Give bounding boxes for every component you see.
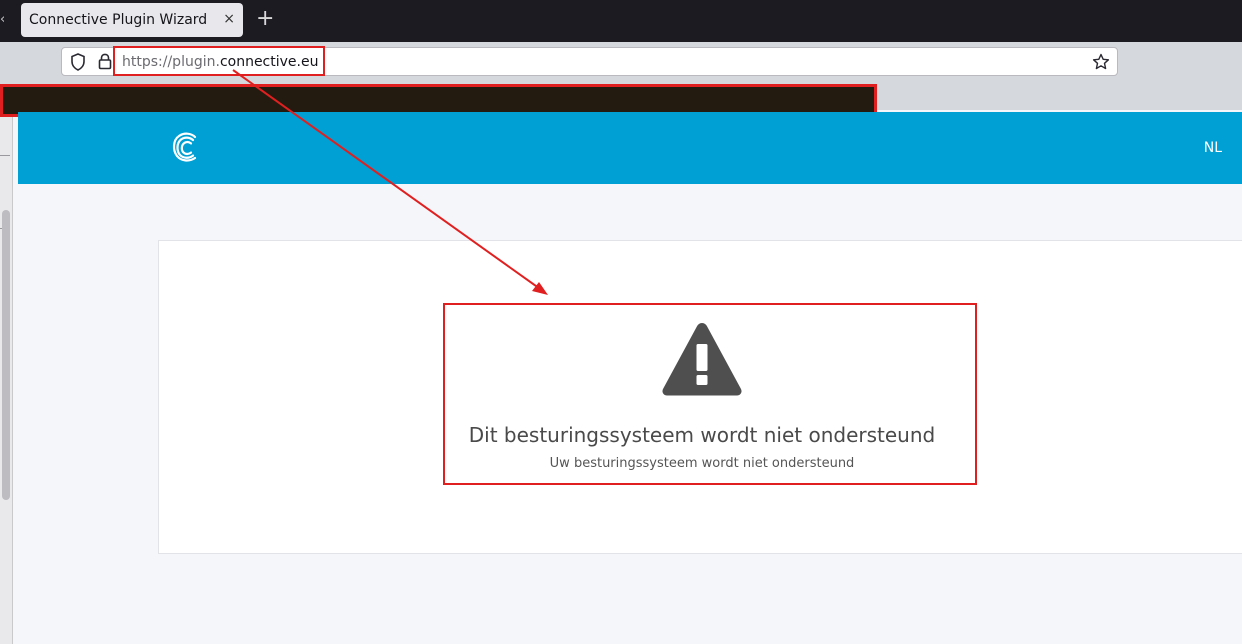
browser-tab-bar: ‹ Connective Plugin Wizard × +: [0, 0, 1242, 42]
lock-icon[interactable]: [98, 53, 112, 70]
connective-logo-icon: [172, 132, 197, 162]
tab-title: Connective Plugin Wizard: [29, 12, 208, 28]
message-title: Dit besturingssysteem wordt niet onderst…: [468, 423, 936, 447]
tab-connective-plugin-wizard[interactable]: Connective Plugin Wizard ×: [21, 3, 243, 37]
shield-icon[interactable]: [70, 53, 86, 71]
message-subtitle: Uw besturingssysteem wordt niet onderste…: [549, 456, 855, 471]
url-bar[interactable]: https://plugin.connective.eu: [61, 46, 1118, 76]
app-header: NL: [18, 112, 1242, 184]
new-tab-button[interactable]: +: [256, 8, 274, 30]
side-panel-scrollbar[interactable]: [2, 210, 10, 500]
language-switch[interactable]: NL: [1204, 140, 1222, 156]
url-annotation-box: [113, 46, 325, 76]
side-panel-divider: [0, 155, 10, 156]
bookmark-star-icon[interactable]: [1092, 53, 1110, 71]
tab-close-button[interactable]: ×: [223, 11, 235, 27]
warning-triangle-icon: [662, 323, 742, 396]
tab-scroll-left[interactable]: ‹: [0, 12, 5, 27]
